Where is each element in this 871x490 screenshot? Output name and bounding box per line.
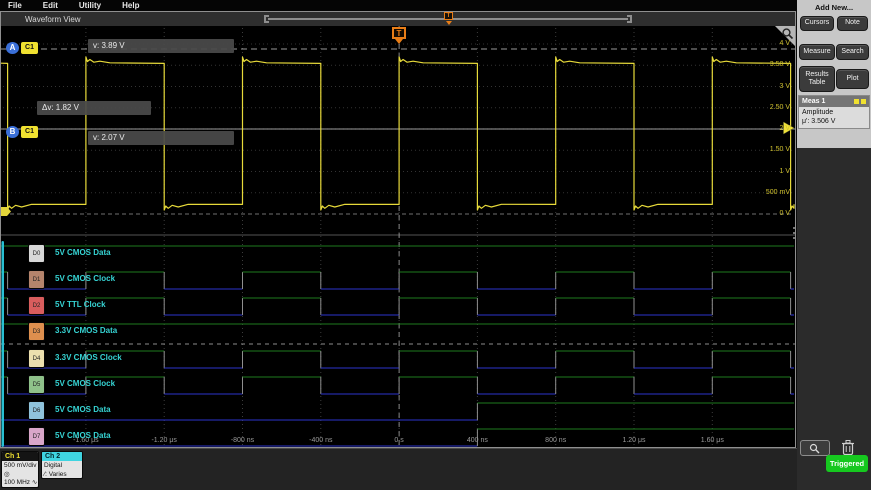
digital-channel-badge-d1[interactable]: D1 bbox=[28, 270, 45, 289]
measurement-status-square-2 bbox=[861, 99, 866, 104]
channel-2-mode: Digital bbox=[44, 462, 80, 471]
oscilloscope-app: File Edit Utility Help Waveform View T A C1… bbox=[0, 0, 871, 490]
channel-2-badge[interactable]: Ch 2 Digital ∕: Varies bbox=[41, 451, 83, 479]
panel-splitter-handle[interactable] bbox=[793, 224, 796, 242]
results-table-button[interactable]: Results Table bbox=[799, 66, 835, 92]
bandwidth-icon: ∿ bbox=[32, 479, 37, 486]
search-button[interactable]: Search bbox=[836, 44, 869, 60]
y-axis-label: 4 V bbox=[750, 40, 790, 47]
waveform-view-title: Waveform View bbox=[25, 15, 81, 24]
delete-button[interactable] bbox=[837, 437, 859, 457]
graticule-area[interactable]: A C1 v: 3.89 V Δv: 1.82 V B C1 v: 2.07 V… bbox=[1, 26, 795, 447]
cursor-b-readout[interactable]: v: 2.07 V bbox=[88, 131, 234, 145]
magnifier-icon bbox=[808, 443, 822, 454]
trigger-status-badge: Triggered bbox=[826, 455, 868, 472]
probe-icon: ◎ bbox=[4, 471, 36, 480]
x-axis-label: 1.60 μs bbox=[690, 437, 734, 444]
y-axis-label: 500 mV bbox=[750, 189, 790, 196]
digital-channel-badge-d2[interactable]: D2 bbox=[28, 296, 45, 315]
overview-trigger-marker[interactable]: T bbox=[444, 12, 453, 20]
add-new-header: Add New... bbox=[797, 3, 871, 12]
measure-button[interactable]: Measure bbox=[799, 44, 835, 60]
cursor-delta-readout[interactable]: Δv: 1.82 V bbox=[37, 101, 151, 115]
measurement-title: Meas 1 bbox=[802, 98, 825, 105]
cursor-b-channel-badge[interactable]: C1 bbox=[21, 126, 38, 138]
waveform-plot bbox=[1, 26, 795, 447]
waveform-view-titlebar: Waveform View T bbox=[1, 12, 795, 26]
y-axis-label: 3.50 V bbox=[750, 61, 790, 68]
x-axis-label: 1.20 μs bbox=[612, 437, 656, 444]
digital-channel-badge-d5[interactable]: D5 bbox=[28, 375, 45, 394]
digital-channel-label-d0[interactable]: 5V CMOS Data bbox=[55, 248, 111, 257]
measurement-mean: μ': 3.506 V bbox=[802, 117, 866, 126]
y-axis-label: 0 V bbox=[750, 210, 790, 217]
measurement-badge[interactable]: Meas 1 Amplitude μ': 3.506 V bbox=[798, 95, 870, 129]
measurement-name: Amplitude bbox=[802, 108, 866, 117]
view-window-left-bracket[interactable] bbox=[264, 15, 269, 23]
digital-channel-label-d2[interactable]: 5V TTL Clock bbox=[55, 300, 106, 309]
y-axis-label: 3 V bbox=[750, 83, 790, 90]
x-axis-label: -1.20 μs bbox=[142, 437, 186, 444]
digital-channel-label-d4[interactable]: 3.3V CMOS Clock bbox=[55, 353, 122, 362]
cursor-a-badge[interactable]: A bbox=[6, 42, 19, 54]
measurement-status-square-1 bbox=[854, 99, 859, 104]
digital-channel-badge-d4[interactable]: D4 bbox=[28, 349, 45, 368]
settings-bar: Ch 1 500 mV/div ◎ 100 MHz ∿ Ch 2 Digital… bbox=[0, 448, 797, 490]
record-overview-bar[interactable]: T bbox=[264, 13, 632, 25]
channel-2-title: Ch 2 bbox=[42, 452, 82, 461]
digital-channel-badge-d6[interactable]: D6 bbox=[28, 401, 45, 420]
menu-help[interactable]: Help bbox=[122, 1, 139, 10]
x-axis-label: 400 ns bbox=[455, 437, 499, 444]
x-axis-label: 800 ns bbox=[534, 437, 578, 444]
menu-file[interactable]: File bbox=[8, 1, 22, 10]
x-axis-label: -400 ns bbox=[299, 437, 343, 444]
digital-channel-label-d1[interactable]: 5V CMOS Clock bbox=[55, 274, 115, 283]
y-axis-label: 1 V bbox=[750, 168, 790, 175]
menu-edit[interactable]: Edit bbox=[43, 1, 58, 10]
y-axis-label: 2 V bbox=[750, 125, 790, 132]
channel-1-badge[interactable]: Ch 1 500 mV/div ◎ 100 MHz ∿ bbox=[1, 451, 39, 488]
channel-1-scale: 500 mV/div bbox=[4, 462, 36, 471]
digital-channel-label-d7[interactable]: 5V CMOS Data bbox=[55, 431, 111, 440]
overview-trigger-marker-tip bbox=[446, 21, 452, 25]
y-axis-label: 2.50 V bbox=[750, 104, 790, 111]
digital-channel-badge-d7[interactable]: D7 bbox=[28, 427, 45, 446]
digital-channel-label-d6[interactable]: 5V CMOS Data bbox=[55, 405, 111, 414]
y-axis-label: 1.50 V bbox=[750, 146, 790, 153]
magnifier-icon bbox=[781, 27, 794, 40]
trash-icon bbox=[841, 439, 855, 456]
digital-channel-badge-d0[interactable]: D0 bbox=[28, 244, 45, 263]
x-axis-label: 0 s bbox=[377, 437, 421, 444]
plot-button[interactable]: Plot bbox=[836, 69, 869, 89]
view-window-right-bracket[interactable] bbox=[627, 15, 632, 23]
zoom-button[interactable] bbox=[800, 440, 830, 456]
note-button[interactable]: Note bbox=[837, 16, 868, 31]
cursors-button[interactable]: Cursors bbox=[800, 16, 834, 31]
right-badge-panel: Add New... CursorsNoteMeasureSearchResul… bbox=[797, 0, 871, 490]
cursor-b-badge[interactable]: B bbox=[6, 126, 19, 138]
digital-channel-label-d3[interactable]: 3.3V CMOS Data bbox=[55, 326, 117, 335]
channel-1-title: Ch 1 bbox=[2, 452, 38, 461]
menu-utility[interactable]: Utility bbox=[79, 1, 101, 10]
cursor-a-channel-badge[interactable]: C1 bbox=[21, 42, 38, 54]
trigger-position-flag-tip bbox=[395, 39, 403, 44]
trigger-position-flag[interactable]: T bbox=[392, 27, 406, 39]
digital-channel-badge-d3[interactable]: D3 bbox=[28, 322, 45, 341]
channel-2-threshold: ∕: Varies bbox=[44, 471, 80, 480]
x-axis-label: -800 ns bbox=[221, 437, 265, 444]
cursor-a-readout[interactable]: v: 3.89 V bbox=[88, 39, 234, 53]
waveform-view-frame: Waveform View T A C1 v: 3.89 V Δv: 1.82 … bbox=[0, 11, 796, 448]
digital-channel-label-d5[interactable]: 5V CMOS Clock bbox=[55, 379, 115, 388]
menu-bar: File Edit Utility Help bbox=[0, 0, 871, 11]
channel-1-bandwidth: 100 MHz ∿ bbox=[4, 479, 36, 488]
